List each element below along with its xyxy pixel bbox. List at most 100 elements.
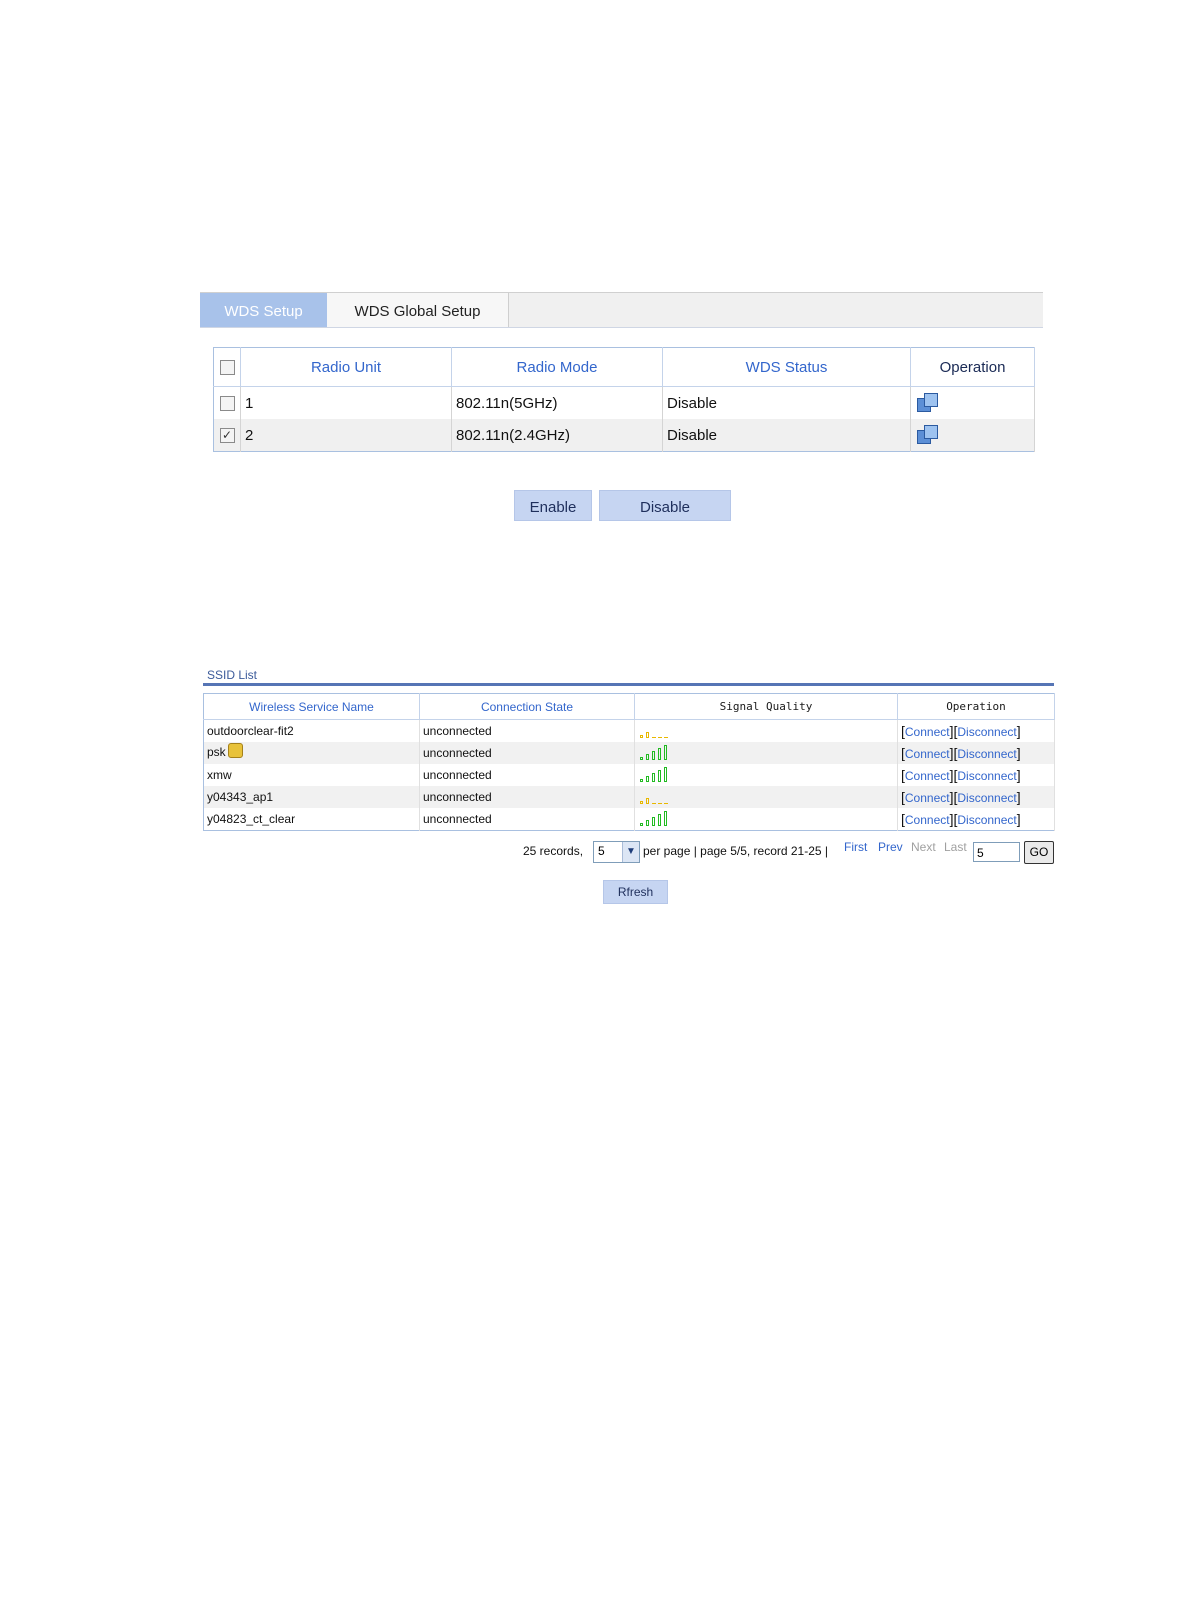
- table-row: xmw unconnected [Connect][Disconnect]: [203, 764, 1055, 786]
- per-page-text: per page | page 5/5, record 21-25 |: [643, 844, 829, 858]
- bracket: ]: [1016, 767, 1021, 783]
- signal-quality-cell: [634, 742, 898, 764]
- last-page-link[interactable]: Last: [944, 840, 967, 854]
- prev-page-link[interactable]: Prev: [878, 840, 903, 854]
- disconnect-link[interactable]: Disconnect: [957, 747, 1016, 761]
- connect-link[interactable]: Connect: [905, 791, 950, 805]
- row-select-cell: [213, 386, 241, 419]
- connect-link[interactable]: Connect: [905, 725, 950, 739]
- connect-link[interactable]: Connect: [905, 769, 950, 783]
- connection-state-cell: unconnected: [419, 742, 635, 764]
- chevron-down-icon[interactable]: ▼: [622, 842, 639, 862]
- operation-cell: [Connect][Disconnect]: [897, 786, 1055, 808]
- records-count: 25 records,: [523, 844, 584, 858]
- signal-quality-cell: [634, 808, 898, 831]
- signal-bar: [664, 803, 668, 804]
- ssid-rows: outdoorclear-fit2 unconnected [Connect][Di…: [203, 719, 1055, 831]
- per-page-value: 5: [598, 844, 605, 858]
- table-row: ✓ 2 802.11n(2.4GHz) Disable: [213, 419, 1035, 452]
- bracket: ]: [1016, 811, 1021, 827]
- signal-bar: [640, 757, 643, 760]
- operation-cell: [Connect][Disconnect]: [897, 764, 1055, 786]
- signal-bar: [664, 767, 667, 782]
- signal-bar: [640, 779, 643, 782]
- signal-bar: [646, 820, 649, 826]
- table-row: outdoorclear-fit2 unconnected [Connect][Di…: [203, 719, 1055, 742]
- ssid-name: outdoorclear-fit2: [207, 724, 294, 738]
- column-radio-unit: Radio Unit: [240, 347, 452, 387]
- table-header-row: Wireless Service Name Connection State S…: [203, 693, 1055, 720]
- signal-bar: [652, 817, 655, 826]
- signal-bar: [646, 732, 649, 738]
- row-checkbox[interactable]: [219, 396, 235, 412]
- row-select-cell: ✓: [213, 419, 241, 452]
- signal-bar: [658, 748, 661, 760]
- signal-bar: [658, 803, 662, 804]
- signal-quality-cell: [634, 719, 898, 742]
- signal-strength-icon: [638, 811, 672, 827]
- first-page-link[interactable]: First: [844, 840, 867, 854]
- ssid-name: psk: [207, 745, 226, 760]
- table-row: 1 802.11n(5GHz) Disable: [213, 386, 1035, 419]
- table-header-row: Radio Unit Radio Mode WDS Status Operati…: [213, 347, 1035, 387]
- ssid-name: xmw: [207, 768, 232, 782]
- signal-strength-icon: [638, 767, 672, 783]
- column-connection-state: Connection State: [419, 693, 635, 720]
- table-row: y04823_ct_clear unconnected [Connect][Disc…: [203, 808, 1055, 831]
- select-all-cell: [213, 347, 241, 387]
- connect-link[interactable]: Connect: [905, 813, 950, 827]
- bracket: ]: [1016, 745, 1021, 761]
- signal-bar: [646, 798, 649, 804]
- signal-bar: [664, 811, 667, 826]
- next-page-link[interactable]: Next: [911, 840, 936, 854]
- signal-bar: [646, 776, 649, 782]
- ssid-name: y04823_ct_clear: [207, 812, 296, 826]
- signal-strength-icon: [638, 723, 672, 739]
- connect-link[interactable]: Connect: [905, 747, 950, 761]
- signal-quality-cell: [634, 786, 898, 808]
- enable-button[interactable]: Enable: [514, 490, 592, 521]
- operation-cell: [Connect][Disconnect]: [897, 742, 1055, 764]
- row-checkbox[interactable]: ✓: [219, 428, 235, 444]
- ssid-table: Wireless Service Name Connection State S…: [203, 693, 1055, 831]
- signal-bar: [640, 823, 643, 826]
- edit-icon[interactable]: [917, 425, 939, 445]
- per-page-select[interactable]: 5 ▼: [593, 841, 640, 863]
- connection-state-cell: unconnected: [419, 786, 635, 808]
- go-button[interactable]: GO: [1024, 841, 1054, 864]
- edit-icon[interactable]: [917, 393, 939, 413]
- column-operation: Operation: [897, 693, 1055, 720]
- page-number-input[interactable]: 5: [973, 842, 1020, 862]
- signal-bar: [664, 737, 668, 738]
- radio-unit-cell: 1: [240, 386, 452, 419]
- disconnect-link[interactable]: Disconnect: [957, 813, 1016, 827]
- wireless-service-name-cell: y04343_ap1: [203, 786, 420, 808]
- signal-bar: [652, 803, 656, 804]
- disable-button[interactable]: Disable: [599, 490, 731, 521]
- refresh-button[interactable]: Rfresh: [603, 880, 668, 904]
- tab-wds-setup[interactable]: WDS Setup: [200, 293, 327, 327]
- ssid-list-title: SSID List: [207, 668, 258, 682]
- operation-cell: [910, 386, 1035, 419]
- signal-bar: [652, 773, 655, 782]
- signal-bar: [658, 737, 662, 738]
- divider: [203, 683, 1054, 686]
- lock-icon: [227, 742, 243, 758]
- operation-cell: [910, 419, 1035, 452]
- disconnect-link[interactable]: Disconnect: [957, 769, 1016, 783]
- operation-cell: [Connect][Disconnect]: [897, 719, 1055, 742]
- disconnect-link[interactable]: Disconnect: [957, 725, 1016, 739]
- wds-status-cell: Disable: [662, 386, 911, 419]
- signal-bar: [658, 770, 661, 782]
- signal-bar: [640, 735, 643, 738]
- connection-state-cell: unconnected: [419, 764, 635, 786]
- connection-state-cell: unconnected: [419, 719, 635, 742]
- radio-unit-cell: 2: [240, 419, 452, 452]
- column-radio-mode: Radio Mode: [451, 347, 663, 387]
- connection-state-cell: unconnected: [419, 808, 635, 831]
- bracket: ]: [1016, 723, 1021, 739]
- disconnect-link[interactable]: Disconnect: [957, 791, 1016, 805]
- tab-wds-global-setup[interactable]: WDS Global Setup: [327, 293, 509, 327]
- select-all-checkbox[interactable]: [219, 360, 235, 376]
- table-row: y04343_ap1 unconnected [Connect][Disconnec…: [203, 786, 1055, 808]
